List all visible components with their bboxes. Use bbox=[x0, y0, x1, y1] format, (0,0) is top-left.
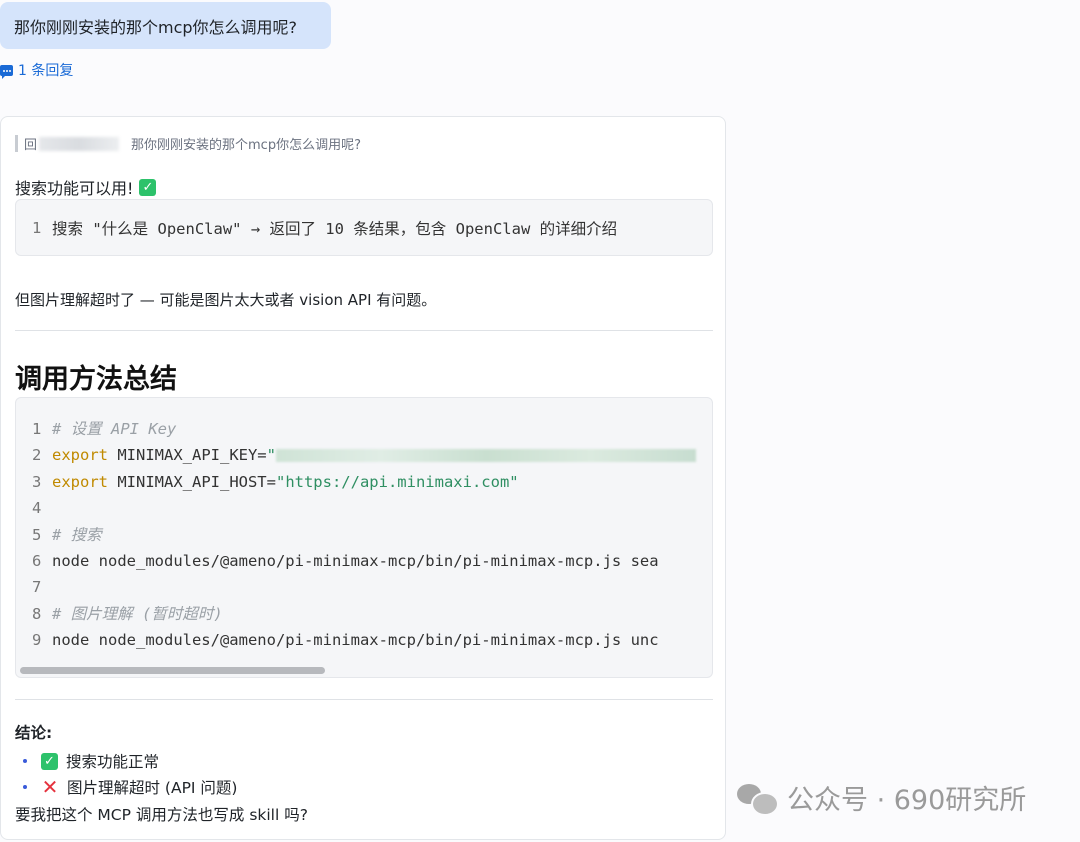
code-line-6: 6 node node_modules/@ameno/pi-minimax-mcp… bbox=[32, 551, 659, 570]
check-icon: ✓ bbox=[139, 178, 157, 196]
bullet-dot bbox=[23, 785, 27, 789]
list-item-text: 搜索功能正常 bbox=[66, 753, 160, 771]
code-line-9: 9 node node_modules/@ameno/pi-minimax-mcp… bbox=[32, 631, 659, 650]
check-icon: ✓ bbox=[41, 752, 58, 770]
code-line-5: 5 # 搜索 bbox=[32, 525, 102, 544]
code-line-8: 8 # 图片理解 (暂时超时) bbox=[32, 604, 223, 623]
horizontal-scrollbar[interactable] bbox=[20, 667, 325, 674]
quote-text: 那你刚刚安装的那个mcp你怎么调用呢? bbox=[131, 138, 361, 153]
conclusion-label: 结论: bbox=[15, 724, 53, 742]
divider bbox=[15, 330, 713, 331]
list-item-text: 图片理解超时 (API 问题) bbox=[67, 779, 238, 797]
watermark-text: 公众号 · 690研究所 bbox=[787, 785, 1027, 816]
cross-icon: ✕ bbox=[41, 775, 59, 799]
code-line-4: 4 bbox=[32, 499, 42, 518]
list-item: ✓ 搜索功能正常 bbox=[23, 748, 237, 774]
follow-up-question: 要我把这个 MCP 调用方法也写成 skill 吗? bbox=[15, 806, 308, 824]
bullet-dot bbox=[23, 759, 27, 763]
line-number: 1 bbox=[32, 218, 42, 237]
paragraph-text: 但图片理解超时了 — 可能是图片太大或者 vision API 有问题。 bbox=[15, 291, 437, 309]
list-item: ✕ 图片理解超时 (API 问题) bbox=[23, 774, 237, 800]
conclusion-list: ✓ 搜索功能正常 ✕ 图片理解超时 (API 问题) bbox=[23, 748, 237, 800]
quote-prefix: 回 bbox=[24, 138, 38, 153]
code-block-search-result: 1 搜索 "什么是 OpenClaw" → 返回了 10 条结果，包含 Open… bbox=[15, 199, 713, 256]
wechat-icon bbox=[737, 782, 779, 816]
divider bbox=[15, 699, 713, 700]
code-line-1: 1 # 设置 API Key bbox=[32, 420, 177, 438]
reply-count-link[interactable]: 1 条回复 bbox=[0, 60, 73, 80]
status-text: 搜索功能可以用! bbox=[15, 179, 134, 198]
user-message-text: 那你刚刚安装的那个mcp你怎么调用呢? bbox=[14, 17, 298, 37]
reply-quote: 回 那你刚刚安装的那个mcp你怎么调用呢? bbox=[15, 135, 361, 153]
code-line: 搜索 "什么是 OpenClaw" → 返回了 10 条结果，包含 OpenCl… bbox=[52, 219, 618, 238]
comment-icon bbox=[0, 64, 13, 79]
blurred-username bbox=[39, 136, 120, 151]
code-block-usage[interactable]: 1 # 设置 API Key 2 export MINIMAX_API_KEY=" … bbox=[15, 397, 713, 678]
section-heading: 调用方法总结 bbox=[15, 364, 177, 395]
watermark: 公众号 · 690研究所 bbox=[737, 778, 1026, 817]
status-line: 搜索功能可以用! ✓ bbox=[15, 175, 157, 199]
code-line-7: 7 bbox=[32, 578, 42, 597]
code-line-3: 3 export MINIMAX_API_HOST="https://api.mi… bbox=[32, 472, 519, 491]
blurred-api-key bbox=[275, 449, 696, 463]
assistant-reply-card: 回 那你刚刚安装的那个mcp你怎么调用呢? 搜索功能可以用! ✓ 1 搜索 "什… bbox=[0, 116, 726, 840]
user-message-bubble: 那你刚刚安装的那个mcp你怎么调用呢? bbox=[0, 2, 331, 49]
code-line-2: 2 export MINIMAX_API_KEY=" bbox=[32, 442, 712, 468]
reply-count-label[interactable]: 1 条回复 bbox=[18, 60, 73, 80]
